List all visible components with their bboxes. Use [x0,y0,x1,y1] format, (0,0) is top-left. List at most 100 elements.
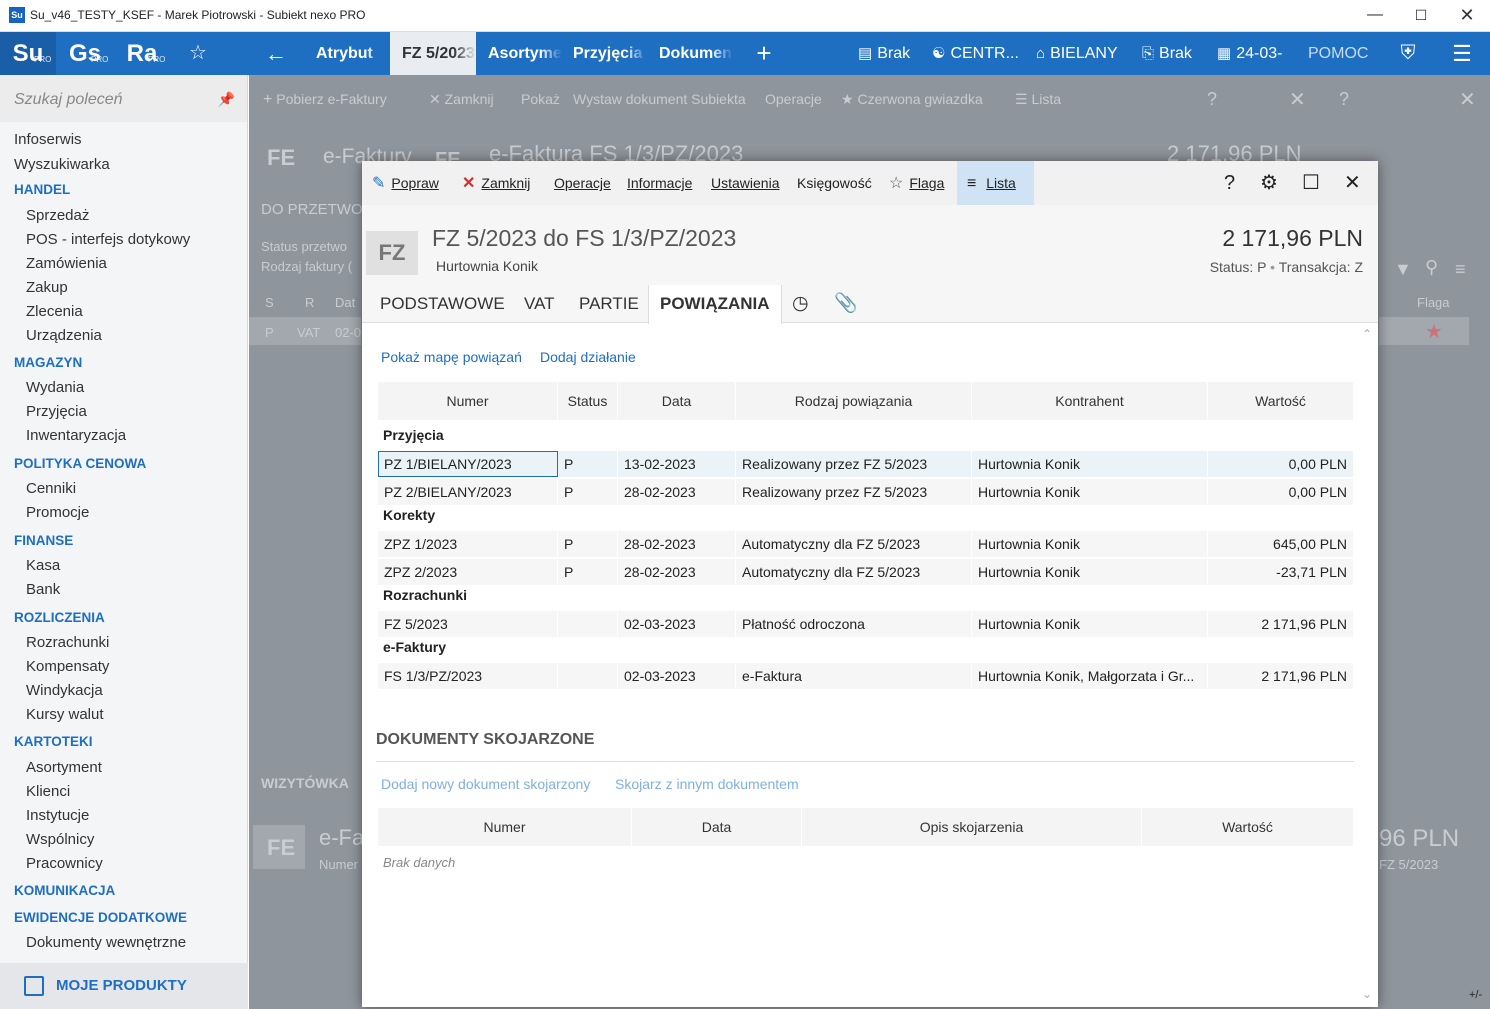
informacje-button[interactable]: Informacje [627,161,692,205]
scroll-up-icon[interactable]: ⌃ [1362,327,1372,341]
module-ra-button[interactable]: Ra PRO [114,32,170,75]
cell-numer[interactable]: PZ 2/BIELANY/2023 [378,479,558,505]
cell-data[interactable]: 13-02-2023 [618,451,736,477]
sidebar-item-urządzenia[interactable]: Urządzenia [26,327,102,344]
sidebar-item-komunikacja[interactable]: KOMUNIKACJA [14,883,115,898]
sidebar-item-handel[interactable]: HANDEL [14,182,70,197]
cell-wartosc[interactable]: 2 171,96 PLN [1208,611,1354,637]
sidebar-item-zakup[interactable]: Zakup [26,279,68,296]
ksiegowosc-button[interactable]: Księgowość [797,161,872,205]
tab-fz-5-2023[interactable]: FZ 5/2023 [390,32,476,75]
col-wartosc[interactable]: Wartość [1208,382,1354,420]
tab-atrybut[interactable]: Atrybut [304,32,388,75]
link-other-doc-link[interactable]: Skojarz z innym dokumentem [615,776,799,792]
cell-kontrahent[interactable]: Hurtownia Konik [972,451,1208,477]
col-kontrahent[interactable]: Kontrahent [972,382,1208,420]
cell-status[interactable]: P [558,559,618,585]
cell-status[interactable]: P [558,479,618,505]
col-data[interactable]: Data [618,382,736,420]
cell-numer[interactable]: FS 1/3/PZ/2023 [378,663,558,689]
table-row[interactable]: ZPZ 2/2023 P 28-02-2023 Automatyczny dla FZ… [378,559,1354,585]
cell-kontrahent[interactable]: Hurtownia Konik, Małgorzata i Gr... [972,663,1208,689]
cell-status[interactable]: P [558,531,618,557]
cell-data[interactable]: 28-02-2023 [618,479,736,505]
maximize-button[interactable]: ☐ [1398,0,1444,32]
linked-col-numer[interactable]: Numer [378,808,632,846]
table-row[interactable]: ZPZ 1/2023 P 28-02-2023 Automatyczny dla FZ… [378,531,1354,557]
back-arrow-icon[interactable]: ← [256,32,296,75]
flaga-button[interactable]: ☆ Flaga [889,161,944,205]
sidebar-item-pos-interfejs-dotykowy[interactable]: POS - interfejs dotykowy [26,231,190,248]
popraw-button[interactable]: ✎ Popraw [372,161,439,205]
cell-data[interactable]: 02-03-2023 [618,663,736,689]
sidebar-item-promocje[interactable]: Promocje [26,504,89,521]
shield-icon[interactable]: ⛨ [1388,32,1428,75]
table-row[interactable]: PZ 2/BIELANY/2023 P 28-02-2023 Realizowany … [378,479,1354,505]
sidebar-item-polityka-cenowa[interactable]: POLITYKA CENOWA [14,456,146,471]
cell-numer[interactable]: ZPZ 1/2023 [378,531,558,557]
sidebar-item-wyszukiwarka[interactable]: Wyszukiwarka [14,156,110,173]
command-search[interactable]: Szukaj poleceń 📌 [0,75,247,122]
cell-rodzaj[interactable]: Realizowany przez FZ 5/2023 [736,451,972,477]
printer-selector[interactable]: ▤ Brak [858,32,910,75]
branch-selector[interactable]: ☯ CENTR... [932,32,1019,75]
help-button[interactable]: POMOC [1308,32,1368,75]
ustawienia-button[interactable]: Ustawienia [711,161,779,205]
sidebar-item-klienci[interactable]: Klienci [26,783,70,800]
show-map-link[interactable]: Pokaż mapę powiązań [381,349,522,365]
col-numer[interactable]: Numer [378,382,558,420]
tab-dokumenty[interactable]: Dokumenty [647,32,733,75]
date-selector[interactable]: ▦ 24-03- [1217,32,1282,75]
col-status[interactable]: Status [558,382,618,420]
gear-icon[interactable]: ⚙ [1260,161,1278,205]
cell-wartosc[interactable]: -23,71 PLN [1208,559,1354,585]
sidebar-item-kasa[interactable]: Kasa [26,557,60,574]
sidebar-item-infoserwis[interactable]: Infoserwis [14,131,82,148]
sidebar-item-dokumenty-wewnętrzne[interactable]: Dokumenty wewnętrzne [26,934,186,951]
cell-numer[interactable]: PZ 1/BIELANY/2023 [378,451,558,477]
cell-status[interactable] [558,663,618,689]
close-dialog-icon[interactable]: ✕ [1344,161,1361,205]
sidebar-item-rozliczenia[interactable]: ROZLICZENIA [14,610,105,625]
cell-data[interactable]: 28-02-2023 [618,531,736,557]
cell-wartosc[interactable]: 645,00 PLN [1208,531,1354,557]
sidebar-item-inwentaryzacja[interactable]: Inwentaryzacja [26,427,126,444]
table-row[interactable]: PZ 1/BIELANY/2023 P 13-02-2023 Realizowany … [378,451,1354,477]
sidebar-item-finanse[interactable]: FINANSE [14,533,73,548]
sidebar-item-sprzedaż[interactable]: Sprzedaż [26,207,89,224]
cell-wartosc[interactable]: 0,00 PLN [1208,451,1354,477]
sidebar-item-wspólnicy[interactable]: Wspólnicy [26,831,94,848]
sidebar-item-przyjęcia[interactable]: Przyjęcia [26,403,87,420]
cell-rodzaj[interactable]: Realizowany przez FZ 5/2023 [736,479,972,505]
linked-col-opis[interactable]: Opis skojarzenia [802,808,1142,846]
cell-status[interactable] [558,611,618,637]
cell-numer[interactable]: FZ 5/2023 [378,611,558,637]
tab-partie[interactable]: PARTIE [579,285,639,323]
cell-kontrahent[interactable]: Hurtownia Konik [972,531,1208,557]
pin-icon[interactable]: 📌 [218,91,235,108]
tab-asortyment[interactable]: Asortyment [476,32,562,75]
table-row[interactable]: FZ 5/2023 02-03-2023 Płatność odroczona Hur… [378,611,1354,637]
cell-numer[interactable]: ZPZ 2/2023 [378,559,558,585]
sidebar-item-wydania[interactable]: Wydania [26,379,84,396]
cell-rodzaj[interactable]: Automatyczny dla FZ 5/2023 [736,531,972,557]
operacje-button[interactable]: Operacje [554,161,611,205]
history-icon[interactable]: ◷ [792,285,809,323]
cell-kontrahent[interactable]: Hurtownia Konik [972,479,1208,505]
tab-powiazania[interactable]: POWIĄZANIA [648,285,782,324]
search-input[interactable]: Szukaj poleceń [14,91,123,108]
cell-rodzaj[interactable]: Płatność odroczona [736,611,972,637]
cell-kontrahent[interactable]: Hurtownia Konik [972,559,1208,585]
attachment-icon[interactable]: 📎 [834,285,858,323]
sidebar-item-bank[interactable]: Bank [26,581,60,598]
sidebar-item-ewidencje-dodatkowe[interactable]: EWIDENCJE DODATKOWE [14,910,187,925]
sidebar-item-asortyment[interactable]: Asortyment [26,759,102,776]
add-action-link[interactable]: Dodaj działanie [540,349,636,365]
tab-przyjecia[interactable]: Przyjęcia [561,32,647,75]
cell-kontrahent[interactable]: Hurtownia Konik [972,611,1208,637]
sidebar-item-kursy-walut[interactable]: Kursy walut [26,706,104,723]
tab-podstawowe[interactable]: PODSTAWOWE [380,285,505,323]
cell-status[interactable]: P [558,451,618,477]
add-tab-icon[interactable]: + [744,32,784,75]
cell-wartosc[interactable]: 0,00 PLN [1208,479,1354,505]
